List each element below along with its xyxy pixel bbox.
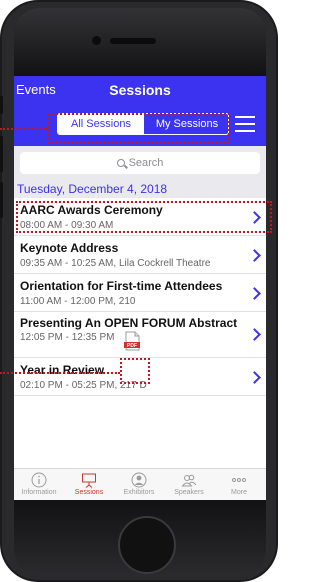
chevron-right-icon — [248, 328, 261, 341]
tab-label: Information — [21, 489, 57, 496]
search-input[interactable]: Search — [20, 152, 260, 174]
callout-row-highlight — [16, 201, 272, 233]
front-camera — [92, 36, 101, 45]
session-time: 12:05 PM - 12:35 PM — [20, 332, 115, 343]
mute-switch — [0, 96, 3, 114]
home-button[interactable] — [118, 516, 176, 574]
tab-label: Speakers — [174, 489, 204, 496]
volume-down-button — [0, 182, 3, 218]
more-icon — [232, 478, 246, 482]
phone-frame: Events Sessions All Sessions My Sessions… — [0, 0, 278, 582]
tab-information[interactable]: Information — [14, 469, 64, 500]
tab-exhibitors[interactable]: Exhibitors — [114, 469, 164, 500]
session-title: Keynote Address — [20, 241, 119, 255]
tab-bar: Information Sessions Exhibitors Speakers… — [14, 468, 266, 500]
date-section-header: Tuesday, December 4, 2018 — [14, 180, 266, 198]
tab-label: Exhibitors — [123, 489, 155, 496]
session-time: 11:00 AM - 12:00 PM, 210 — [20, 296, 136, 307]
hamburger-menu-icon[interactable] — [235, 116, 255, 132]
session-time: 09:35 AM - 10:25 AM, Lila Cockrell Theat… — [20, 258, 211, 269]
chevron-right-icon — [248, 249, 261, 262]
nav-bar: Events Sessions — [14, 76, 266, 106]
volume-up-button — [0, 136, 3, 172]
search-icon — [116, 159, 125, 167]
tab-speakers[interactable]: Speakers — [164, 469, 214, 500]
session-row[interactable]: Keynote Address 09:35 AM - 10:25 AM, Lil… — [14, 236, 266, 274]
page-title: Sessions — [109, 82, 171, 98]
tab-more[interactable]: More — [214, 469, 264, 500]
search-placeholder: Search — [128, 157, 164, 169]
callout-leader-line — [0, 128, 48, 130]
search-bar: Search — [14, 146, 266, 180]
earpiece-speaker — [110, 38, 156, 44]
chevron-right-icon — [248, 287, 261, 300]
session-row[interactable]: Orientation for First-time Attendees 11:… — [14, 274, 266, 312]
session-title: Orientation for First-time Attendees — [20, 279, 223, 293]
session-title: Presenting An OPEN FORUM Abstract — [20, 316, 238, 330]
info-icon — [31, 472, 47, 488]
presentation-icon — [82, 473, 96, 488]
tab-sessions[interactable]: Sessions — [64, 469, 114, 500]
tab-label: Sessions — [74, 489, 104, 496]
callout-pdf-highlight — [120, 358, 150, 384]
people-icon — [181, 474, 197, 487]
session-title: Year in Review — [20, 363, 105, 377]
chevron-right-icon — [248, 371, 261, 384]
tab-label: More — [231, 489, 247, 496]
session-row[interactable]: Presenting An OPEN FORUM Abstract 12:05 … — [14, 312, 266, 358]
pdf-badge-label: PDF — [127, 343, 137, 349]
pdf-icon[interactable]: PDF — [122, 331, 142, 351]
person-icon — [131, 472, 147, 488]
callout-leader-line — [0, 372, 120, 374]
callout-segment-highlight — [48, 113, 230, 143]
